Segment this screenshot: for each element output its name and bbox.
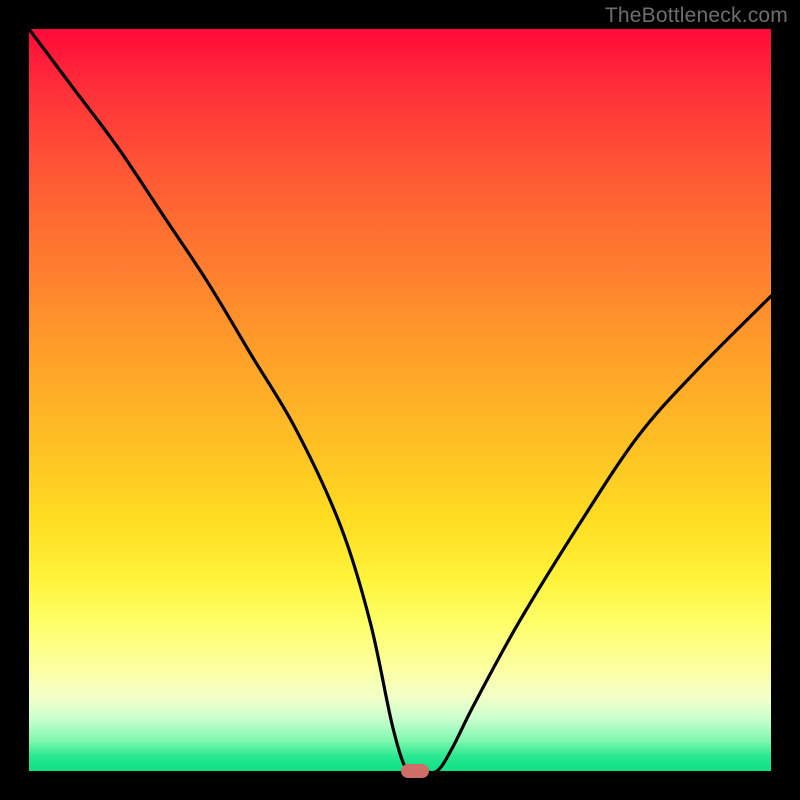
watermark-text: TheBottleneck.com [605, 4, 788, 28]
gradient-background [29, 29, 771, 771]
optimal-point-marker [401, 764, 429, 778]
chart-frame: TheBottleneck.com [0, 0, 800, 800]
